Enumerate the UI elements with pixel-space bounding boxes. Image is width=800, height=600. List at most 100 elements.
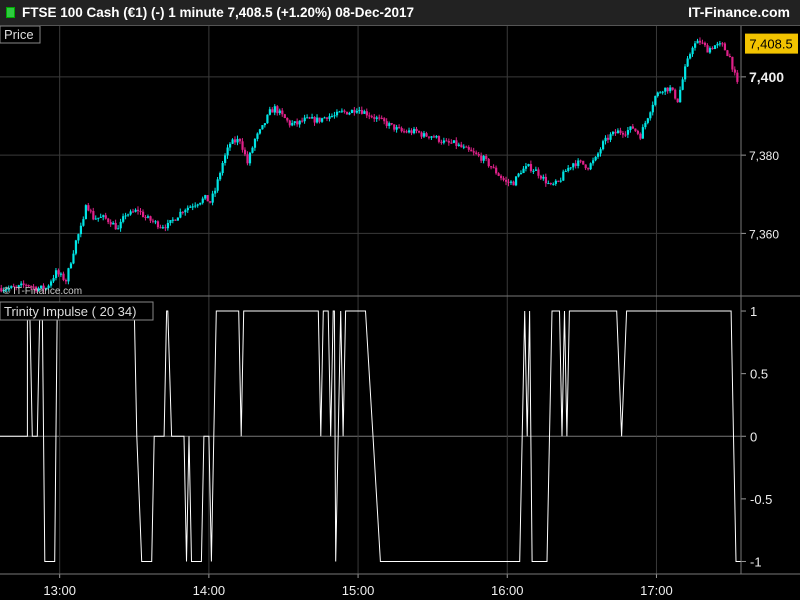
candle-body [609, 134, 612, 140]
candle-body [54, 270, 58, 279]
candle-body [400, 128, 403, 132]
candle-body [517, 173, 520, 177]
candle-body [398, 127, 401, 129]
candle-body [582, 160, 585, 165]
candle-body [293, 121, 296, 124]
candle-body [246, 154, 249, 164]
candle-body [253, 138, 257, 148]
candle-body [579, 160, 582, 162]
candle-body [169, 220, 172, 223]
candle-body [102, 215, 105, 217]
candle-body [597, 153, 600, 157]
candle-body [659, 92, 662, 94]
candle-body [654, 96, 657, 105]
candle-body [616, 130, 620, 134]
candle-body [196, 204, 199, 206]
brand-label[interactable]: IT-Finance.com [688, 4, 790, 20]
candle-body [62, 273, 65, 280]
candle-body [368, 115, 371, 117]
candle-body [452, 140, 456, 143]
candle-body [316, 117, 319, 123]
candle-body [59, 273, 63, 275]
candle-body [534, 169, 538, 171]
candle-body [562, 171, 565, 181]
candle-body [229, 143, 232, 148]
candle-body [460, 144, 463, 148]
candle-body [181, 211, 184, 213]
candle-body [194, 205, 197, 207]
price-tick-label: 7,400 [749, 69, 784, 85]
candle-body [649, 112, 652, 119]
candle-body [231, 139, 234, 144]
candle-body [514, 176, 518, 186]
candle-body [736, 72, 739, 82]
candle-body [599, 149, 602, 154]
candle-body [191, 206, 194, 208]
candle-body [723, 43, 727, 51]
candle-body [661, 91, 664, 93]
candle-body [174, 219, 177, 221]
candle-body [708, 48, 712, 53]
candle-body [383, 118, 386, 122]
candle-body [211, 193, 214, 203]
candle-body [308, 117, 311, 119]
candle-body [532, 170, 535, 172]
candle-body [497, 173, 500, 176]
candle-body [224, 155, 227, 163]
candle-body [455, 140, 458, 146]
candle-body [726, 50, 729, 57]
candle-body [57, 270, 60, 275]
candle-body [298, 120, 301, 125]
candle-body [49, 281, 53, 286]
candle-body [432, 136, 436, 138]
chart-area[interactable]: 7,360 7,380 7,400 -1 -0.5 0 0.5 1 13:00 14:00 15… [0, 26, 800, 600]
candle-body [263, 123, 267, 126]
candle-body [547, 183, 550, 185]
candle-body [425, 133, 428, 137]
candle-body [358, 110, 361, 112]
candle-body [360, 110, 363, 114]
candle-body [636, 130, 640, 134]
candle-body [420, 132, 423, 137]
indicator-tick-label: 0 [750, 429, 757, 444]
candle-body [567, 167, 570, 171]
candle-body [124, 215, 127, 217]
candle-body [728, 56, 732, 58]
candle-body [89, 210, 92, 212]
candle-body [703, 42, 707, 46]
candle-body [524, 166, 528, 169]
candle-body [179, 211, 182, 218]
candle-body [634, 128, 637, 131]
candle-body [502, 178, 505, 180]
candle-body [447, 141, 451, 143]
candle-body [629, 126, 632, 131]
candle-body [184, 210, 187, 213]
candle-body [711, 48, 714, 50]
candle-body [345, 111, 349, 115]
instrument-title: FTSE 100 Cash (€1) (-) 1 minute 7,408.5 … [22, 5, 415, 20]
candle-body [77, 234, 80, 241]
candle-body [82, 219, 85, 226]
candle-body [273, 106, 276, 113]
candle-body [490, 166, 493, 168]
candle-body [539, 175, 543, 179]
candle-body [505, 179, 508, 182]
candle-body [666, 87, 669, 92]
candle-body [472, 151, 475, 153]
candle-body [149, 216, 152, 221]
candle-body [236, 138, 239, 143]
price-tick-label: 7,360 [749, 227, 779, 241]
candle-body [442, 140, 446, 143]
candle-body [291, 123, 294, 126]
candle-body [713, 45, 717, 50]
candle-body [693, 43, 697, 48]
candle-body [733, 69, 736, 73]
time-tick-label: 16:00 [491, 583, 524, 598]
candle-body [301, 120, 304, 122]
candle-body [440, 141, 443, 143]
candle-body [408, 130, 411, 133]
candle-body [731, 56, 734, 70]
candle-body [395, 127, 398, 130]
indicator-tick-label: 1 [750, 304, 757, 319]
candle-body [97, 217, 100, 219]
